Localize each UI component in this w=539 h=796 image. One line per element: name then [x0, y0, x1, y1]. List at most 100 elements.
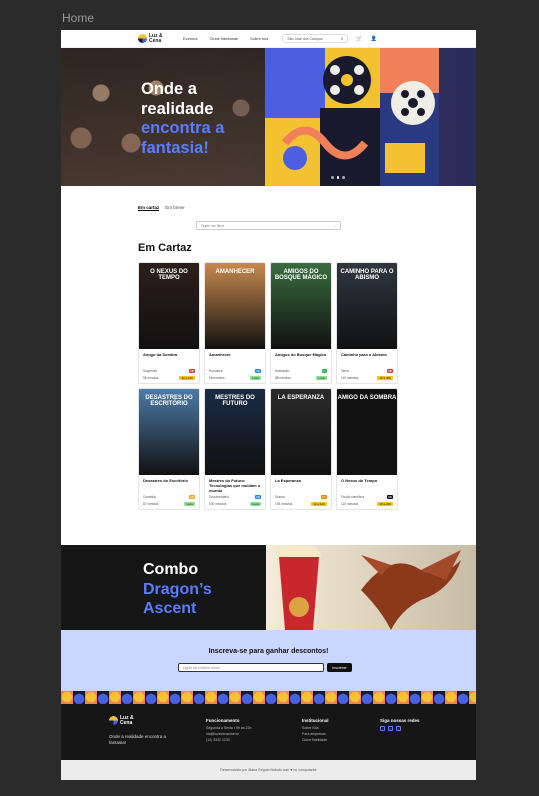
- session-badge: Livre: [184, 502, 195, 506]
- email-field[interactable]: Digite seu melhor email: [178, 663, 324, 672]
- combo-banner[interactable]: Combo Dragon’s Ascent: [61, 545, 476, 630]
- movie-poster[interactable]: CAMINHO PARA O ABISMO: [337, 263, 397, 349]
- footer-link[interactable]: Clube fidelidade: [302, 737, 329, 743]
- whatsapp-icon[interactable]: ○: [380, 726, 385, 731]
- movie-genre: Terror: [341, 369, 350, 373]
- session-badge: Livre: [250, 502, 261, 506]
- footer-logo[interactable]: Luz & Cena: [109, 716, 142, 725]
- session-badge: 12 a 14h: [179, 376, 195, 380]
- cart-icon[interactable]: 🛒: [356, 36, 362, 42]
- movie-meta: Terror 18: [341, 369, 393, 373]
- poster-title: AMANHECER: [215, 269, 255, 275]
- movie-card[interactable]: DESASTRES DO ESCRITÓRIO Desastres do Esc…: [138, 388, 200, 510]
- credits: Desenvolvido por Alana Grígolo Nobuto co…: [61, 760, 476, 780]
- page: Luz & Cena Eventos Clube fidelidade Sobr…: [61, 30, 476, 780]
- location-pin-icon: ⚲: [340, 36, 344, 41]
- search-placeholder: Digite um filme: [201, 223, 225, 228]
- movie-tabs: Em cartaz Em breve: [138, 205, 185, 211]
- header: Luz & Cena Eventos Clube fidelidade Sobr…: [61, 30, 476, 48]
- movie-meta: Ficção científica 16: [341, 495, 393, 499]
- movie-meta-2: 87 minutos Livre: [143, 502, 195, 506]
- movie-poster[interactable]: AMANHECER: [205, 263, 265, 349]
- movie-title: Amigos do Bosque Mágico: [275, 352, 327, 357]
- footer-col-social: Siga nossas redes ○ ◎ f: [380, 718, 420, 731]
- movie-genre: Drama: [275, 495, 285, 499]
- session-badge: 18 a 20h: [377, 502, 393, 506]
- movie-card[interactable]: AMIGO DA SOMBRA O Nexus do Tempo Ficção …: [336, 388, 398, 510]
- movie-meta: Animação L: [275, 369, 327, 373]
- poster-title: CAMINHO PARA O ABISMO: [340, 269, 394, 281]
- movie-card[interactable]: AMIGOS DO BOSQUE MÁGICO Amigos do Bosque…: [270, 262, 332, 384]
- movie-poster[interactable]: LA ESPERANZA: [271, 389, 331, 475]
- carousel-dots[interactable]: [331, 176, 345, 179]
- session-badge: Livre: [316, 376, 327, 380]
- movie-poster[interactable]: AMIGO DA SOMBRA: [337, 389, 397, 475]
- movie-genre: Romance: [209, 369, 223, 373]
- tab-em-breve[interactable]: Em breve: [165, 205, 184, 211]
- footer-tagline: Onde a realidade encontra a fantasia!: [109, 734, 167, 745]
- movie-card[interactable]: AMANHECER Amanhecer Romance 10 96 minuto…: [204, 262, 266, 384]
- subscribe-button[interactable]: Inscrever: [327, 663, 352, 672]
- movie-meta-2: 96 minutos Livre: [209, 376, 261, 380]
- movie-duration: 110 minutos: [341, 502, 359, 506]
- movie-card[interactable]: O NEXUS DO TEMPO Amigo da Sombra Suspens…: [138, 262, 200, 384]
- logo[interactable]: Luz & Cena: [138, 34, 171, 43]
- hero-art: [265, 48, 439, 186]
- movie-genre: Animação: [275, 369, 290, 373]
- frame-title: Home: [62, 11, 95, 25]
- nav-item-sobre[interactable]: Sobre nós: [250, 36, 268, 41]
- movie-meta: Drama 14: [275, 495, 327, 499]
- movie-title: O Nexus do Tempo: [341, 478, 378, 483]
- age-rating-badge: 18: [386, 369, 393, 373]
- search-input[interactable]: Digite um filme ⌕: [196, 221, 341, 230]
- movie-meta-2: 100 minutos Livre: [209, 502, 261, 506]
- hero-title: Onde a realidade encontra a fantasia!: [141, 80, 224, 158]
- footer-col-title: Institucional: [302, 718, 329, 723]
- movie-poster[interactable]: MESTRES DO FUTURO: [205, 389, 265, 475]
- hero-line-1: Onde a: [141, 80, 197, 98]
- movie-genre: Documentário: [209, 495, 229, 499]
- movie-title: La Esperanza: [275, 478, 301, 483]
- movie-duration: 110 minutos: [341, 376, 359, 380]
- movie-meta-2: 88 minutos Livre: [275, 376, 327, 380]
- movie-poster[interactable]: O NEXUS DO TEMPO: [139, 263, 199, 349]
- user-icon[interactable]: 👤: [371, 36, 377, 42]
- session-badge: 12 a 14h: [311, 502, 327, 506]
- poster-title: LA ESPERANZA: [277, 395, 325, 401]
- combo-illustration: [266, 545, 476, 630]
- hero-line-3: encontra a: [141, 119, 225, 137]
- nav-item-clube[interactable]: Clube fidelidade: [209, 36, 238, 41]
- tab-em-cartaz[interactable]: Em cartaz: [138, 205, 160, 211]
- movie-meta: Suspense 18: [143, 369, 195, 373]
- footer-col-title: Siga nossas redes: [380, 718, 420, 723]
- movie-card[interactable]: CAMINHO PARA O ABISMO Caminho para o Abi…: [336, 262, 398, 384]
- movie-meta: Romance 10: [209, 369, 261, 373]
- movie-title: Mestres do Futuro: Tecnologias que molda…: [209, 478, 261, 493]
- age-rating-badge: 18: [188, 369, 195, 373]
- footer-col-title: Funcionamento: [206, 718, 240, 723]
- city-select[interactable]: São José dos Campos ⚲: [282, 34, 349, 43]
- poster-title: O NEXUS DO TEMPO: [150, 269, 188, 281]
- nav-item-eventos[interactable]: Eventos: [183, 36, 197, 41]
- movie-genre: Comédia: [143, 495, 156, 499]
- movie-poster[interactable]: DESASTRES DO ESCRITÓRIO: [139, 389, 199, 475]
- facebook-icon[interactable]: f: [396, 726, 401, 731]
- logo-icon: [109, 716, 118, 725]
- movie-title: Amigo da Sombra: [143, 352, 178, 357]
- movie-card[interactable]: MESTRES DO FUTURO Mestres do Futuro: Tec…: [204, 388, 266, 510]
- age-rating-badge: 14: [320, 495, 327, 499]
- movie-duration: 98 minutos: [143, 376, 159, 380]
- logo-text: Luz & Cena: [149, 33, 163, 44]
- movie-duration: 88 minutos: [275, 376, 291, 380]
- instagram-icon[interactable]: ◎: [388, 726, 393, 731]
- movie-meta-2: 110 minutos 18 a 20h: [341, 502, 393, 506]
- poster-title: MESTRES DO FUTURO: [215, 395, 255, 407]
- movie-grid: O NEXUS DO TEMPO Amigo da Sombra Suspens…: [138, 262, 400, 510]
- movie-meta: Comédia 12: [143, 495, 195, 499]
- hero-line-4: fantasia!: [141, 138, 209, 157]
- newsletter-title: Inscreva-se para ganhar descontos!: [208, 648, 329, 655]
- movie-card[interactable]: LA ESPERANZA La Esperanza Drama 14 105 m…: [270, 388, 332, 510]
- movie-poster[interactable]: AMIGOS DO BOSQUE MÁGICO: [271, 263, 331, 349]
- age-rating-badge: L: [322, 369, 327, 373]
- footer-col-institucional: Institucional Sobre Nós Para empresas Cl…: [302, 718, 329, 743]
